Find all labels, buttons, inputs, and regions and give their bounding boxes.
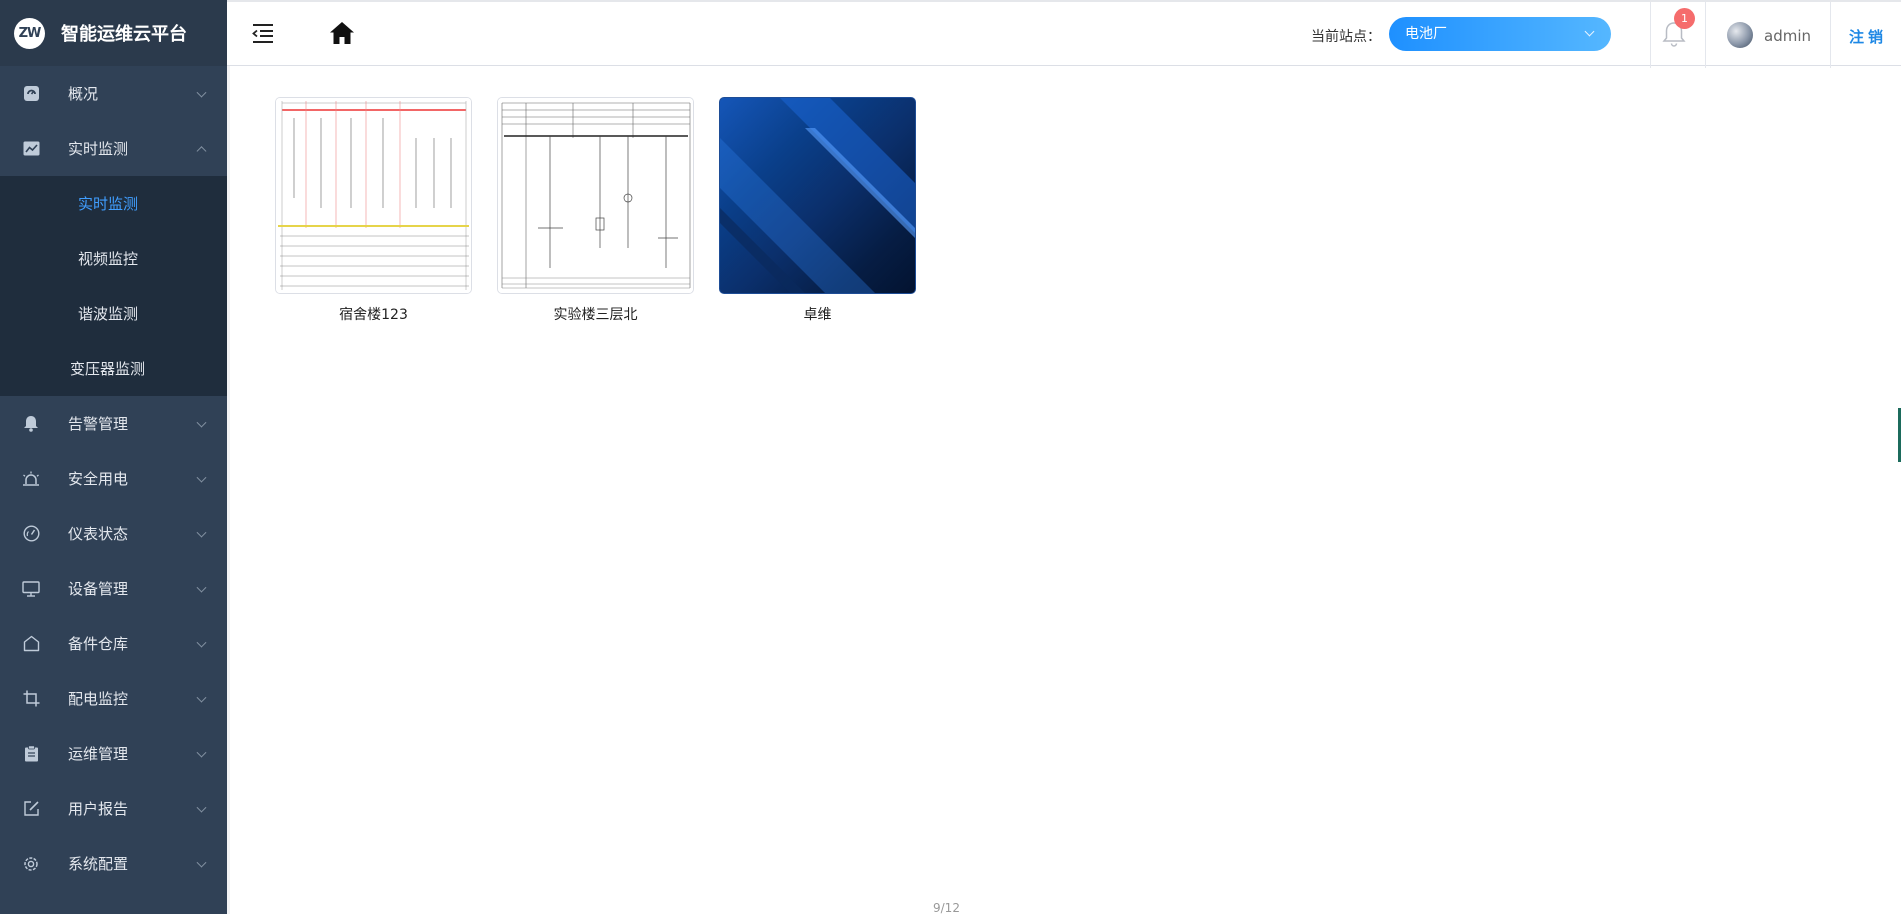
- sidebar-item-overview[interactable]: 概况: [0, 66, 227, 121]
- main-content: 宿舍楼123 实验楼三层北 卓维: [227, 66, 1901, 914]
- sidebar-item-maintenance[interactable]: 运维管理: [0, 726, 227, 781]
- chevron-up-icon: [196, 145, 207, 156]
- sidebar-item-label: 安全用电: [68, 470, 129, 488]
- divider: [1650, 2, 1651, 68]
- chevron-down-icon: [196, 637, 207, 648]
- station-card-label: 宿舍楼123: [339, 307, 408, 323]
- sidebar-item-label: 设备管理: [68, 580, 129, 598]
- sidebar-item-label: 仪表状态: [68, 525, 129, 543]
- clipboard-icon: [20, 743, 42, 765]
- chevron-down-icon: [196, 747, 207, 758]
- chevron-down-icon: [196, 802, 207, 813]
- sidebar-item-label: 实时监测: [68, 140, 129, 158]
- username[interactable]: admin: [1764, 27, 1811, 45]
- brand[interactable]: ZW 智能运维云平台: [0, 0, 227, 66]
- chevron-down-icon: [196, 417, 207, 428]
- divider: [1705, 2, 1706, 68]
- chevron-down-icon: [196, 527, 207, 538]
- notification-badge: 1: [1674, 8, 1695, 29]
- sidebar-item-label: 运维管理: [68, 745, 129, 763]
- submenu-item-transformer[interactable]: 变压器监测: [0, 341, 227, 396]
- sidebar-item-distribution[interactable]: 配电监控: [0, 671, 227, 726]
- site-select-value: 电池厂: [1405, 26, 1447, 42]
- sidebar-menu: 概况 实时监测 实时监测 视频监控 谐波监测 变压器监测 告警管理 安全用电 仪…: [0, 66, 227, 891]
- realtime-submenu: 实时监测 视频监控 谐波监测 变压器监测: [0, 176, 227, 396]
- sidebar-item-label: 配电监控: [68, 690, 129, 708]
- chevron-down-icon: [196, 472, 207, 483]
- submenu-item-realtime[interactable]: 实时监测: [0, 176, 227, 231]
- chevron-down-icon: [196, 857, 207, 868]
- station-card-label: 卓维: [803, 307, 832, 323]
- blue-abstract-thumbnail: [719, 97, 916, 294]
- sidebar-item-device[interactable]: 设备管理: [0, 561, 227, 616]
- chevron-down-icon: [196, 582, 207, 593]
- page-indicator: 9/12: [933, 901, 960, 915]
- sidebar-item-safety[interactable]: 安全用电: [0, 451, 227, 506]
- warehouse-icon: [20, 633, 42, 655]
- avatar[interactable]: [1727, 22, 1753, 48]
- current-site-label: 当前站点：: [1311, 29, 1381, 45]
- sidebar-item-realtime[interactable]: 实时监测: [0, 121, 227, 176]
- sidebar-item-label: 告警管理: [68, 415, 129, 433]
- monitor-icon: [20, 578, 42, 600]
- collapse-menu-icon[interactable]: [251, 22, 275, 44]
- sidebar-item-label: 概况: [68, 85, 99, 103]
- bell-icon: [20, 413, 42, 435]
- brand-logo: ZW: [14, 17, 45, 49]
- chevron-down-icon: [196, 87, 207, 98]
- site-select[interactable]: 电池厂: [1389, 17, 1611, 51]
- chevron-down-icon: [196, 692, 207, 703]
- single-line-diagram-thumbnail: [497, 97, 694, 294]
- alarm-lamp-icon: [20, 468, 42, 490]
- sidebar-item-alarm[interactable]: 告警管理: [0, 396, 227, 451]
- sidebar-item-settings[interactable]: 系统配置: [0, 836, 227, 891]
- logout-button[interactable]: 注销: [1849, 26, 1887, 47]
- station-card[interactable]: 实验楼三层北: [497, 97, 694, 324]
- crop-icon: [20, 688, 42, 710]
- chart-icon: [20, 138, 42, 160]
- station-card-label: 实验楼三层北: [553, 307, 638, 323]
- sidebar: ZW 智能运维云平台 概况 实时监测 实时监测 视频监控 谐波监测 变压器监测: [0, 0, 227, 914]
- sidebar-item-label: 用户报告: [68, 800, 129, 818]
- sidebar-item-report[interactable]: 用户报告: [0, 781, 227, 836]
- divider: [1830, 2, 1831, 68]
- sidebar-item-label: 系统配置: [68, 855, 129, 873]
- station-card[interactable]: 宿舍楼123: [275, 97, 472, 324]
- brand-title: 智能运维云平台: [61, 24, 187, 45]
- gear-icon: [20, 853, 42, 875]
- sidebar-item-label: 备件仓库: [68, 635, 129, 653]
- submenu-item-video[interactable]: 视频监控: [0, 231, 227, 286]
- station-card-list: 宿舍楼123 实验楼三层北 卓维: [275, 97, 916, 324]
- sidebar-item-meter[interactable]: 仪表状态: [0, 506, 227, 561]
- home-icon[interactable]: [329, 21, 355, 45]
- gauge-icon: [20, 523, 42, 545]
- top-bar: 当前站点： 电池厂 1 admin 注销: [227, 0, 1901, 68]
- submenu-item-harmonic[interactable]: 谐波监测: [0, 286, 227, 341]
- chevron-down-icon: [1584, 26, 1595, 37]
- single-line-diagram-thumbnail: [275, 97, 472, 294]
- station-card[interactable]: 卓维: [719, 97, 916, 324]
- dashboard-icon: [20, 83, 42, 105]
- edit-icon: [20, 798, 42, 820]
- sidebar-item-warehouse[interactable]: 备件仓库: [0, 616, 227, 671]
